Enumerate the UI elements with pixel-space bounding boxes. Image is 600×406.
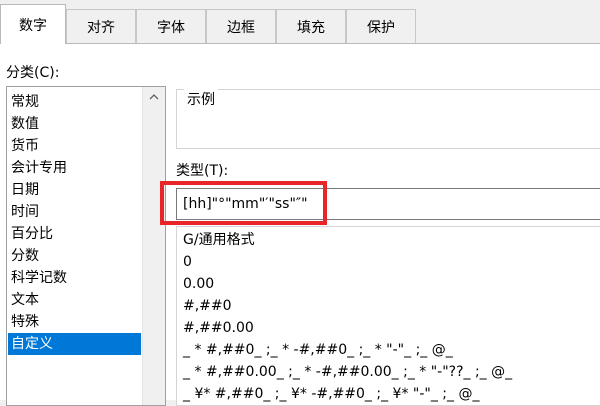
tab-number[interactable]: 数字 xyxy=(0,4,66,44)
chevron-up-icon xyxy=(149,94,159,100)
category-item-fraction[interactable]: 分数 xyxy=(8,245,141,267)
format-item[interactable]: 0.00 xyxy=(183,273,214,295)
tab-protection[interactable]: 保护 xyxy=(346,9,416,43)
format-item[interactable]: #,##0.00 xyxy=(183,317,254,339)
category-item-accounting[interactable]: 会计专用 xyxy=(8,157,141,179)
sample-box xyxy=(176,89,600,149)
category-item-scientific[interactable]: 科学记数 xyxy=(8,267,141,289)
category-item-special[interactable]: 特殊 xyxy=(8,311,141,333)
tab-font[interactable]: 字体 xyxy=(136,9,206,43)
format-list[interactable]: G/通用格式 0 0.00 #,##0 #,##0.00 _ * #,##0_ … xyxy=(176,226,600,406)
format-item[interactable]: _ * #,##0_ ;_ * -#,##0_ ;_ * "-"_ ;_ @_ xyxy=(183,339,453,361)
format-item[interactable]: #,##0 xyxy=(183,295,232,317)
category-item-number[interactable]: 数值 xyxy=(8,113,141,135)
category-label: 分类(C): xyxy=(6,65,60,81)
format-item[interactable]: _ ¥* #,##0_ ;_ ¥* -#,##0_ ;_ ¥* "-"_ ;_ … xyxy=(183,383,479,405)
tab-border[interactable]: 边框 xyxy=(206,9,276,43)
format-item[interactable]: 0 xyxy=(183,251,192,273)
category-item-time[interactable]: 时间 xyxy=(8,201,141,223)
category-item-currency[interactable]: 货币 xyxy=(8,135,141,157)
tab-strip: 数字 对齐 字体 边框 填充 保护 xyxy=(0,0,600,44)
category-item-date[interactable]: 日期 xyxy=(8,179,141,201)
category-list[interactable]: 常规 数值 货币 会计专用 日期 时间 百分比 分数 科学记数 文本 特殊 自定… xyxy=(6,86,166,406)
category-scrollbar[interactable] xyxy=(142,87,165,405)
tab-fill[interactable]: 填充 xyxy=(276,9,346,43)
sample-label: 示例 xyxy=(184,89,218,109)
type-label: 类型(T): xyxy=(176,163,229,179)
scroll-up-button[interactable] xyxy=(143,87,165,107)
tab-alignment[interactable]: 对齐 xyxy=(66,9,136,43)
number-format-panel: 分类(C): 常规 数值 货币 会计专用 日期 时间 百分比 分数 科学记数 文… xyxy=(0,44,600,406)
category-item-custom[interactable]: 自定义 xyxy=(8,333,141,355)
category-item-general[interactable]: 常规 xyxy=(8,91,141,113)
category-item-percentage[interactable]: 百分比 xyxy=(8,223,141,245)
format-item[interactable]: _ * #,##0.00_ ;_ * -#,##0.00_ ;_ * "-"??… xyxy=(183,361,512,383)
format-item[interactable]: G/通用格式 xyxy=(183,229,255,251)
category-item-text[interactable]: 文本 xyxy=(8,289,141,311)
type-input[interactable] xyxy=(176,188,600,220)
